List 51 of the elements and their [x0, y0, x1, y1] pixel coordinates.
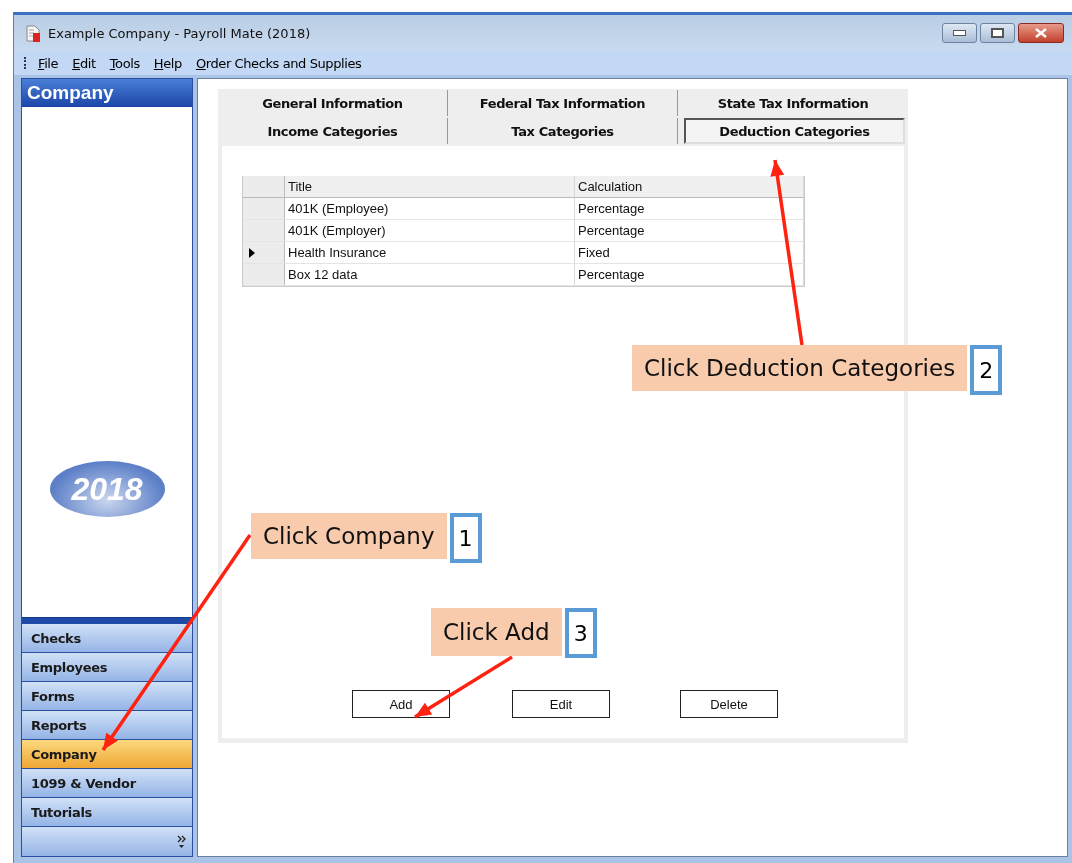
tab[interactable]: State Tax Information: [678, 90, 908, 116]
table-cell: 401K (Employee): [285, 198, 575, 219]
current-row-icon: [249, 247, 255, 258]
table-cell: Health Insurance: [285, 242, 575, 263]
close-icon: [1034, 28, 1048, 38]
callout-label: Click Deduction Categories: [632, 345, 968, 391]
step-number: 1: [449, 513, 482, 563]
tab[interactable]: Tax Categories: [448, 118, 677, 144]
action-button[interactable]: Add: [352, 690, 450, 718]
minimize-icon: [953, 30, 966, 36]
action-button[interactable]: Edit: [512, 690, 610, 718]
nav-button[interactable]: Employees: [22, 653, 192, 682]
window-title: Example Company - Payroll Mate (2018): [48, 25, 311, 41]
table-cell: Box 12 data: [285, 264, 575, 285]
tab[interactable]: Federal Tax Information: [448, 90, 677, 116]
tab[interactable]: Deduction Categories: [684, 118, 905, 144]
step-number: 3: [564, 608, 597, 658]
menu-item[interactable]: Tools: [109, 55, 140, 71]
callout-label: Click Company: [251, 513, 447, 559]
maximize-button[interactable]: [980, 23, 1015, 43]
nav-button[interactable]: Reports: [22, 711, 192, 740]
document-dollar-icon: [26, 24, 40, 42]
table-cell: Fixed: [575, 242, 804, 263]
menu-item[interactable]: Help: [153, 55, 182, 71]
minimize-button[interactable]: [942, 23, 977, 43]
maximize-icon: [991, 28, 1004, 38]
column-header[interactable]: Title: [285, 176, 575, 197]
table-cell: Percentage: [575, 264, 804, 285]
chevron-icon[interactable]: [177, 834, 186, 849]
grip-icon: [24, 57, 28, 69]
action-button[interactable]: Delete: [680, 690, 778, 718]
splitter-handle[interactable]: [22, 617, 192, 624]
nav-button[interactable]: Tutorials: [22, 798, 192, 827]
table-cell: 401K (Employer): [285, 220, 575, 241]
table-cell: Percentage: [575, 198, 804, 219]
menu-item[interactable]: Edit: [72, 55, 96, 71]
tab[interactable]: Income Categories: [218, 118, 447, 144]
nav-button[interactable]: Company: [22, 740, 192, 769]
close-button[interactable]: [1018, 23, 1064, 43]
sidebar-header: Company: [22, 79, 192, 107]
table-cell: Percentage: [575, 220, 804, 241]
step-number: 2: [970, 345, 1003, 395]
nav-button[interactable]: 1099 & Vendor: [22, 769, 192, 798]
tab[interactable]: General Information: [218, 90, 447, 116]
menu-item[interactable]: Order Checks and Supplies: [195, 55, 362, 71]
row-header[interactable]: [243, 242, 285, 263]
nav-button[interactable]: Forms: [22, 682, 192, 711]
year-logo: 2018: [49, 461, 165, 517]
nav-button[interactable]: Checks: [22, 624, 192, 653]
menu-item[interactable]: File: [38, 55, 59, 71]
callout-label: Click Add: [431, 608, 562, 656]
